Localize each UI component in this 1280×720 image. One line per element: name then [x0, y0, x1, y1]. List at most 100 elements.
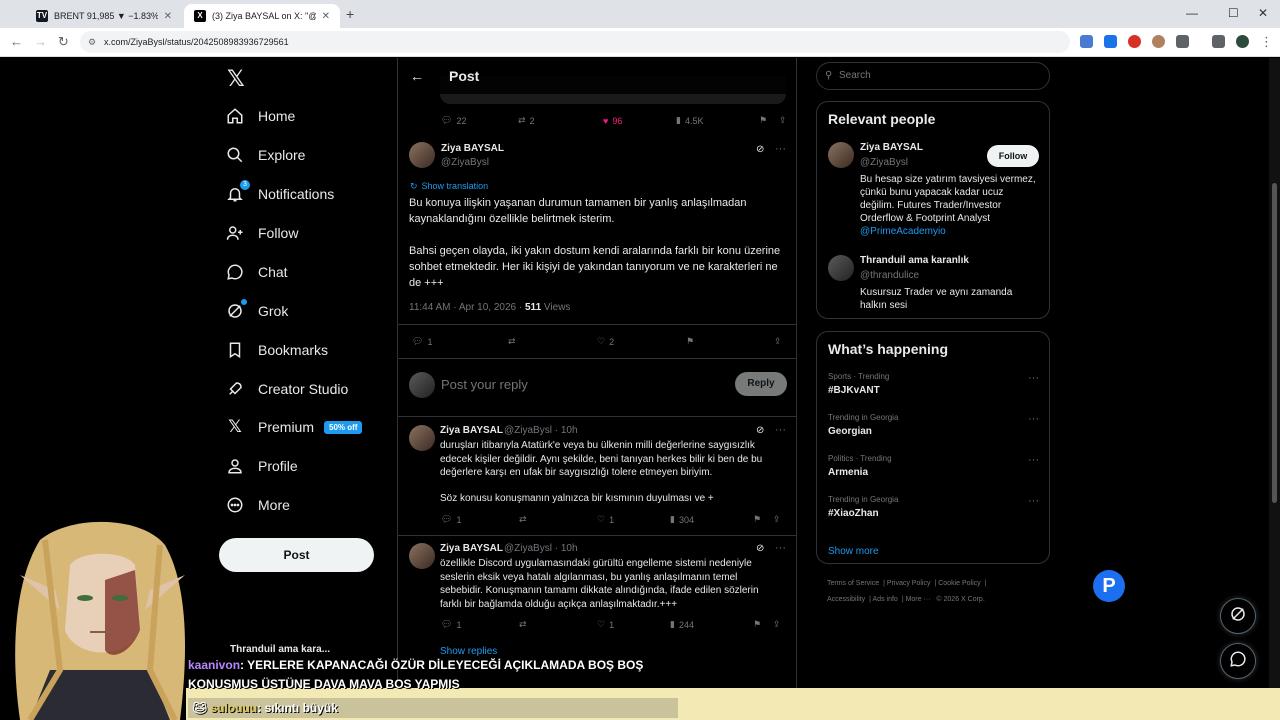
- footer-link[interactable]: Cookie Policy: [938, 580, 980, 587]
- repost-icon[interactable]: ⇄: [519, 514, 597, 525]
- maximize-icon[interactable]: ☐: [1228, 6, 1239, 20]
- reply-action[interactable]: 💬︎ 1: [441, 514, 519, 525]
- author-meta[interactable]: @ZiyaBysl · 10h: [504, 543, 578, 554]
- footer-link[interactable]: Ads info: [873, 596, 898, 603]
- grok-icon[interactable]: ⊘: [756, 425, 764, 436]
- avatar[interactable]: [828, 142, 854, 168]
- footer-link[interactable]: Terms of Service: [827, 580, 879, 587]
- repost-action[interactable]: ⇄ 2: [518, 115, 603, 126]
- repost-icon[interactable]: ⇄: [508, 336, 597, 347]
- avatar[interactable]: [409, 142, 435, 168]
- reply-input[interactable]: Post your reply: [441, 377, 528, 392]
- more-dots-icon[interactable]: ···: [1028, 413, 1039, 425]
- chat-float-button[interactable]: [1220, 643, 1256, 679]
- reply-action[interactable]: 💬︎ 1: [412, 336, 508, 347]
- extension-icon[interactable]: [1080, 35, 1093, 48]
- more-dots-icon[interactable]: ···: [775, 143, 786, 155]
- grok-float-button[interactable]: [1220, 598, 1256, 634]
- post-timestamp[interactable]: 11:44 AM · Apr 10, 2026 ·: [409, 302, 525, 313]
- bio-link[interactable]: @PrimeAcademyio: [860, 226, 946, 237]
- follow-button[interactable]: Follow: [987, 145, 1039, 167]
- reply-action[interactable]: 💬︎ 22: [441, 115, 518, 126]
- trend-name[interactable]: Armenia: [828, 467, 868, 478]
- more-dots-icon[interactable]: ···: [775, 424, 786, 436]
- account-switcher-name[interactable]: Thranduil ama kara...: [230, 644, 330, 655]
- forward-icon[interactable]: →: [34, 34, 47, 49]
- adblock-icon[interactable]: [1128, 35, 1141, 48]
- bookmark-icon[interactable]: ⚑: [759, 115, 779, 126]
- footer-link[interactable]: Accessibility: [827, 596, 865, 603]
- like-action[interactable]: ♡ 2: [597, 336, 686, 347]
- nav-follow[interactable]: Follow: [226, 218, 298, 248]
- author-name[interactable]: Ziya BAYSAL: [440, 543, 503, 554]
- close-window-icon[interactable]: ✕: [1258, 6, 1268, 20]
- grok-icon[interactable]: ⊘: [756, 144, 764, 155]
- address-bar[interactable]: ⚙ x.com/ZiyaBysl/status/2042508983936729…: [80, 31, 1070, 53]
- share-icon[interactable]: ⇪: [779, 115, 787, 126]
- person-name[interactable]: Thranduil ama karanlık: [860, 255, 969, 266]
- more-dots-icon[interactable]: ···: [1028, 454, 1039, 466]
- profile-avatar-icon[interactable]: [1236, 35, 1249, 48]
- views-action[interactable]: ▮ 244: [670, 619, 753, 630]
- browser-tab-x[interactable]: X (3) Ziya BAYSAL on X: "@thrand ✕: [184, 4, 340, 28]
- scrollbar-thumb[interactable]: [1272, 183, 1277, 503]
- author-meta[interactable]: @ZiyaBysl · 10h: [504, 425, 578, 436]
- bookmark-icon[interactable]: ⚑: [753, 514, 773, 525]
- close-tab-icon[interactable]: ✕: [322, 11, 330, 22]
- nav-creator-studio[interactable]: Creator Studio: [226, 374, 348, 404]
- views-action[interactable]: ▮ 304: [670, 514, 753, 525]
- author-name[interactable]: Ziya BAYSAL: [440, 425, 503, 436]
- nav-notifications[interactable]: 3 Notifications: [226, 179, 334, 209]
- reply-button[interactable]: Reply: [735, 372, 787, 396]
- author-name[interactable]: Ziya BAYSAL: [441, 143, 504, 154]
- nav-profile[interactable]: Profile: [226, 451, 298, 481]
- nav-explore[interactable]: Explore: [226, 140, 305, 170]
- bookmark-icon[interactable]: ⚑: [686, 336, 774, 347]
- like-action[interactable]: ♥ 96: [603, 116, 676, 126]
- site-info-icon[interactable]: ⚙: [88, 31, 96, 53]
- nav-chat[interactable]: Chat: [226, 257, 288, 287]
- nav-grok[interactable]: Grok: [226, 296, 288, 326]
- nav-bookmarks[interactable]: Bookmarks: [226, 335, 328, 365]
- nav-premium[interactable]: 𝕏 Premium 50% off: [226, 412, 363, 442]
- repost-icon[interactable]: ⇄: [519, 619, 597, 630]
- more-dots-icon[interactable]: ···: [1028, 372, 1039, 384]
- reply-action[interactable]: 💬︎ 1: [441, 619, 519, 630]
- more-dots-icon[interactable]: ···: [1028, 495, 1039, 507]
- minimize-icon[interactable]: —: [1186, 6, 1198, 20]
- nav-more[interactable]: More: [226, 490, 290, 520]
- back-arrow-icon[interactable]: ←: [410, 68, 424, 84]
- like-action[interactable]: ♡ 1: [597, 514, 670, 525]
- trend-name[interactable]: #BJKvANT: [828, 385, 880, 396]
- bookmark-icon[interactable]: ⚑: [753, 619, 773, 630]
- avatar[interactable]: [828, 255, 854, 281]
- avatar[interactable]: [409, 425, 435, 451]
- reading-list-icon[interactable]: [1212, 35, 1225, 48]
- footer-link[interactable]: Privacy Policy: [887, 580, 931, 587]
- new-tab-icon[interactable]: +: [346, 6, 354, 22]
- share-icon[interactable]: ⇪: [774, 336, 782, 347]
- extension-icon[interactable]: [1152, 35, 1165, 48]
- like-action[interactable]: ♡ 1: [597, 619, 670, 630]
- x-logo-icon[interactable]: 𝕏: [227, 66, 245, 92]
- person-handle[interactable]: @thrandulice: [860, 270, 919, 281]
- share-icon[interactable]: ⇪: [773, 514, 781, 525]
- page-scrollbar[interactable]: [1269, 58, 1280, 688]
- search-input[interactable]: ⚲ Search: [816, 62, 1050, 90]
- author-handle[interactable]: @ZiyaBysl: [441, 157, 489, 168]
- trend-name[interactable]: Georgian: [828, 426, 872, 437]
- trend-name[interactable]: #XiaoZhan: [828, 508, 879, 519]
- extension-icon[interactable]: [1104, 35, 1117, 48]
- views-action[interactable]: ▮ 4.5K: [676, 115, 759, 126]
- grok-icon[interactable]: ⊘: [756, 543, 764, 554]
- browser-tab-brent[interactable]: TV BRENT 91,985 ▼ −1.83% Adsız ✕: [26, 4, 182, 28]
- post-button[interactable]: Post: [219, 538, 374, 572]
- nav-home[interactable]: Home: [226, 101, 295, 131]
- person-name[interactable]: Ziya BAYSAL: [860, 142, 923, 153]
- puzzle-icon[interactable]: [1176, 35, 1189, 48]
- avatar[interactable]: [409, 543, 435, 569]
- close-tab-icon[interactable]: ✕: [164, 11, 172, 22]
- show-translation-link[interactable]: ↻ Show translation: [410, 181, 488, 192]
- person-handle[interactable]: @ZiyaBysl: [860, 157, 908, 168]
- more-dots-icon[interactable]: ···: [775, 542, 786, 554]
